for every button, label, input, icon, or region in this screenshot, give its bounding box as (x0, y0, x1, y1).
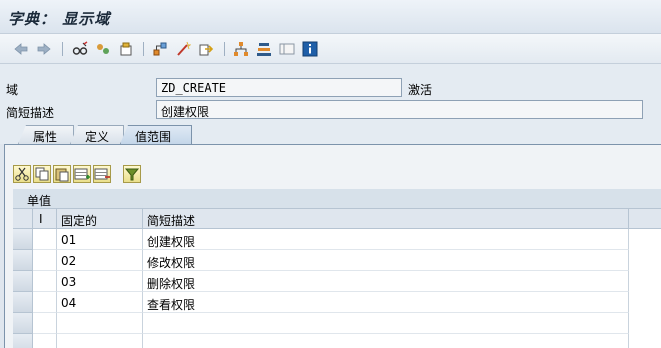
copy-icon[interactable] (33, 165, 51, 183)
window-title: 字典： 显示域 (8, 10, 111, 28)
row-selector[interactable] (13, 250, 33, 271)
cell-short-desc[interactable]: 修改权限 (143, 250, 629, 271)
row-selector[interactable] (13, 229, 33, 250)
table-row[interactable]: 01 创建权限 (13, 229, 661, 250)
column-header-fixed: 固定的 (57, 209, 143, 229)
paste-icon[interactable] (53, 165, 71, 183)
table-row[interactable]: 04 查看权限 (13, 292, 661, 313)
cut-icon[interactable] (13, 165, 31, 183)
cell-short-desc[interactable]: 删除权限 (143, 271, 629, 292)
cell-short-desc[interactable]: 查看权限 (143, 292, 629, 313)
cell-short-desc[interactable] (143, 313, 629, 334)
cell-fixed-value[interactable]: 02 (57, 250, 143, 271)
column-header-i: I (33, 209, 57, 229)
tab-value-range[interactable]: 值范围 (120, 125, 192, 144)
tab-definition[interactable]: 定义 (70, 125, 124, 144)
application-toolbar (0, 34, 661, 64)
table-row[interactable]: 03 删除权限 (13, 271, 661, 292)
domain-header-form: 域 ZD_CREATE 激活 简短描述 创建权限 (0, 64, 661, 124)
toolbar-separator (143, 42, 144, 56)
row-selector[interactable] (13, 313, 33, 334)
cell-fixed-value[interactable] (57, 313, 143, 334)
row-selector[interactable] (13, 271, 33, 292)
cell-short-desc[interactable]: 创建权限 (143, 229, 629, 250)
table-title: 单值 (13, 189, 661, 209)
status-text: 激活 (408, 83, 433, 97)
domain-field[interactable]: ZD_CREATE (156, 78, 402, 97)
short-desc-label: 简短描述 (6, 106, 55, 120)
single-values-table: 单值 I 固定的 简短描述 01 创建权限 02 修改权限 03 删除权限 04… (13, 189, 661, 348)
short-desc-field[interactable]: 创建权限 (156, 100, 643, 119)
forward-icon[interactable] (36, 41, 52, 57)
filter-icon[interactable] (123, 165, 141, 183)
delete-row-icon[interactable] (93, 165, 111, 183)
cell-fixed-value[interactable]: 03 (57, 271, 143, 292)
export-icon[interactable] (198, 41, 214, 57)
tab-attributes[interactable]: 属性 (18, 125, 74, 144)
header-select-spacer (13, 209, 33, 229)
table-row[interactable] (13, 334, 661, 348)
table-row[interactable] (13, 313, 661, 334)
value-range-panel: 单值 I 固定的 简短描述 01 创建权限 02 修改权限 03 删除权限 04… (4, 144, 661, 348)
cell-i[interactable] (33, 292, 57, 313)
stack-icon[interactable] (256, 41, 272, 57)
cell-fixed-value[interactable]: 01 (57, 229, 143, 250)
cell-i[interactable] (33, 334, 57, 348)
table-header: I 固定的 简短描述 (13, 209, 661, 229)
tab-strip: 属性 定义 值范围 (0, 124, 661, 144)
cell-fixed-value[interactable] (57, 334, 143, 348)
tree-icon[interactable] (233, 41, 249, 57)
toolbar-separator (224, 42, 225, 56)
cell-i[interactable] (33, 229, 57, 250)
switch-icon[interactable] (95, 41, 111, 57)
cell-fixed-value[interactable]: 04 (57, 292, 143, 313)
glasses-icon[interactable] (72, 41, 88, 57)
row-selector[interactable] (13, 334, 33, 348)
table-row[interactable]: 02 修改权限 (13, 250, 661, 271)
object-icon[interactable] (118, 41, 134, 57)
cell-i[interactable] (33, 250, 57, 271)
toolbar-separator (62, 42, 63, 56)
title-bar: 字典： 显示域 (0, 0, 661, 34)
back-icon[interactable] (13, 41, 29, 57)
cell-i[interactable] (33, 313, 57, 334)
column-header-short-desc: 简短描述 (143, 209, 629, 229)
info-icon[interactable] (302, 41, 318, 57)
cell-i[interactable] (33, 271, 57, 292)
insert-row-icon[interactable] (73, 165, 91, 183)
cell-short-desc[interactable] (143, 334, 629, 348)
hierarchy-icon[interactable] (152, 41, 168, 57)
wand-icon[interactable] (175, 41, 191, 57)
layout-icon[interactable] (279, 41, 295, 57)
row-selector[interactable] (13, 292, 33, 313)
domain-label: 域 (6, 83, 19, 97)
